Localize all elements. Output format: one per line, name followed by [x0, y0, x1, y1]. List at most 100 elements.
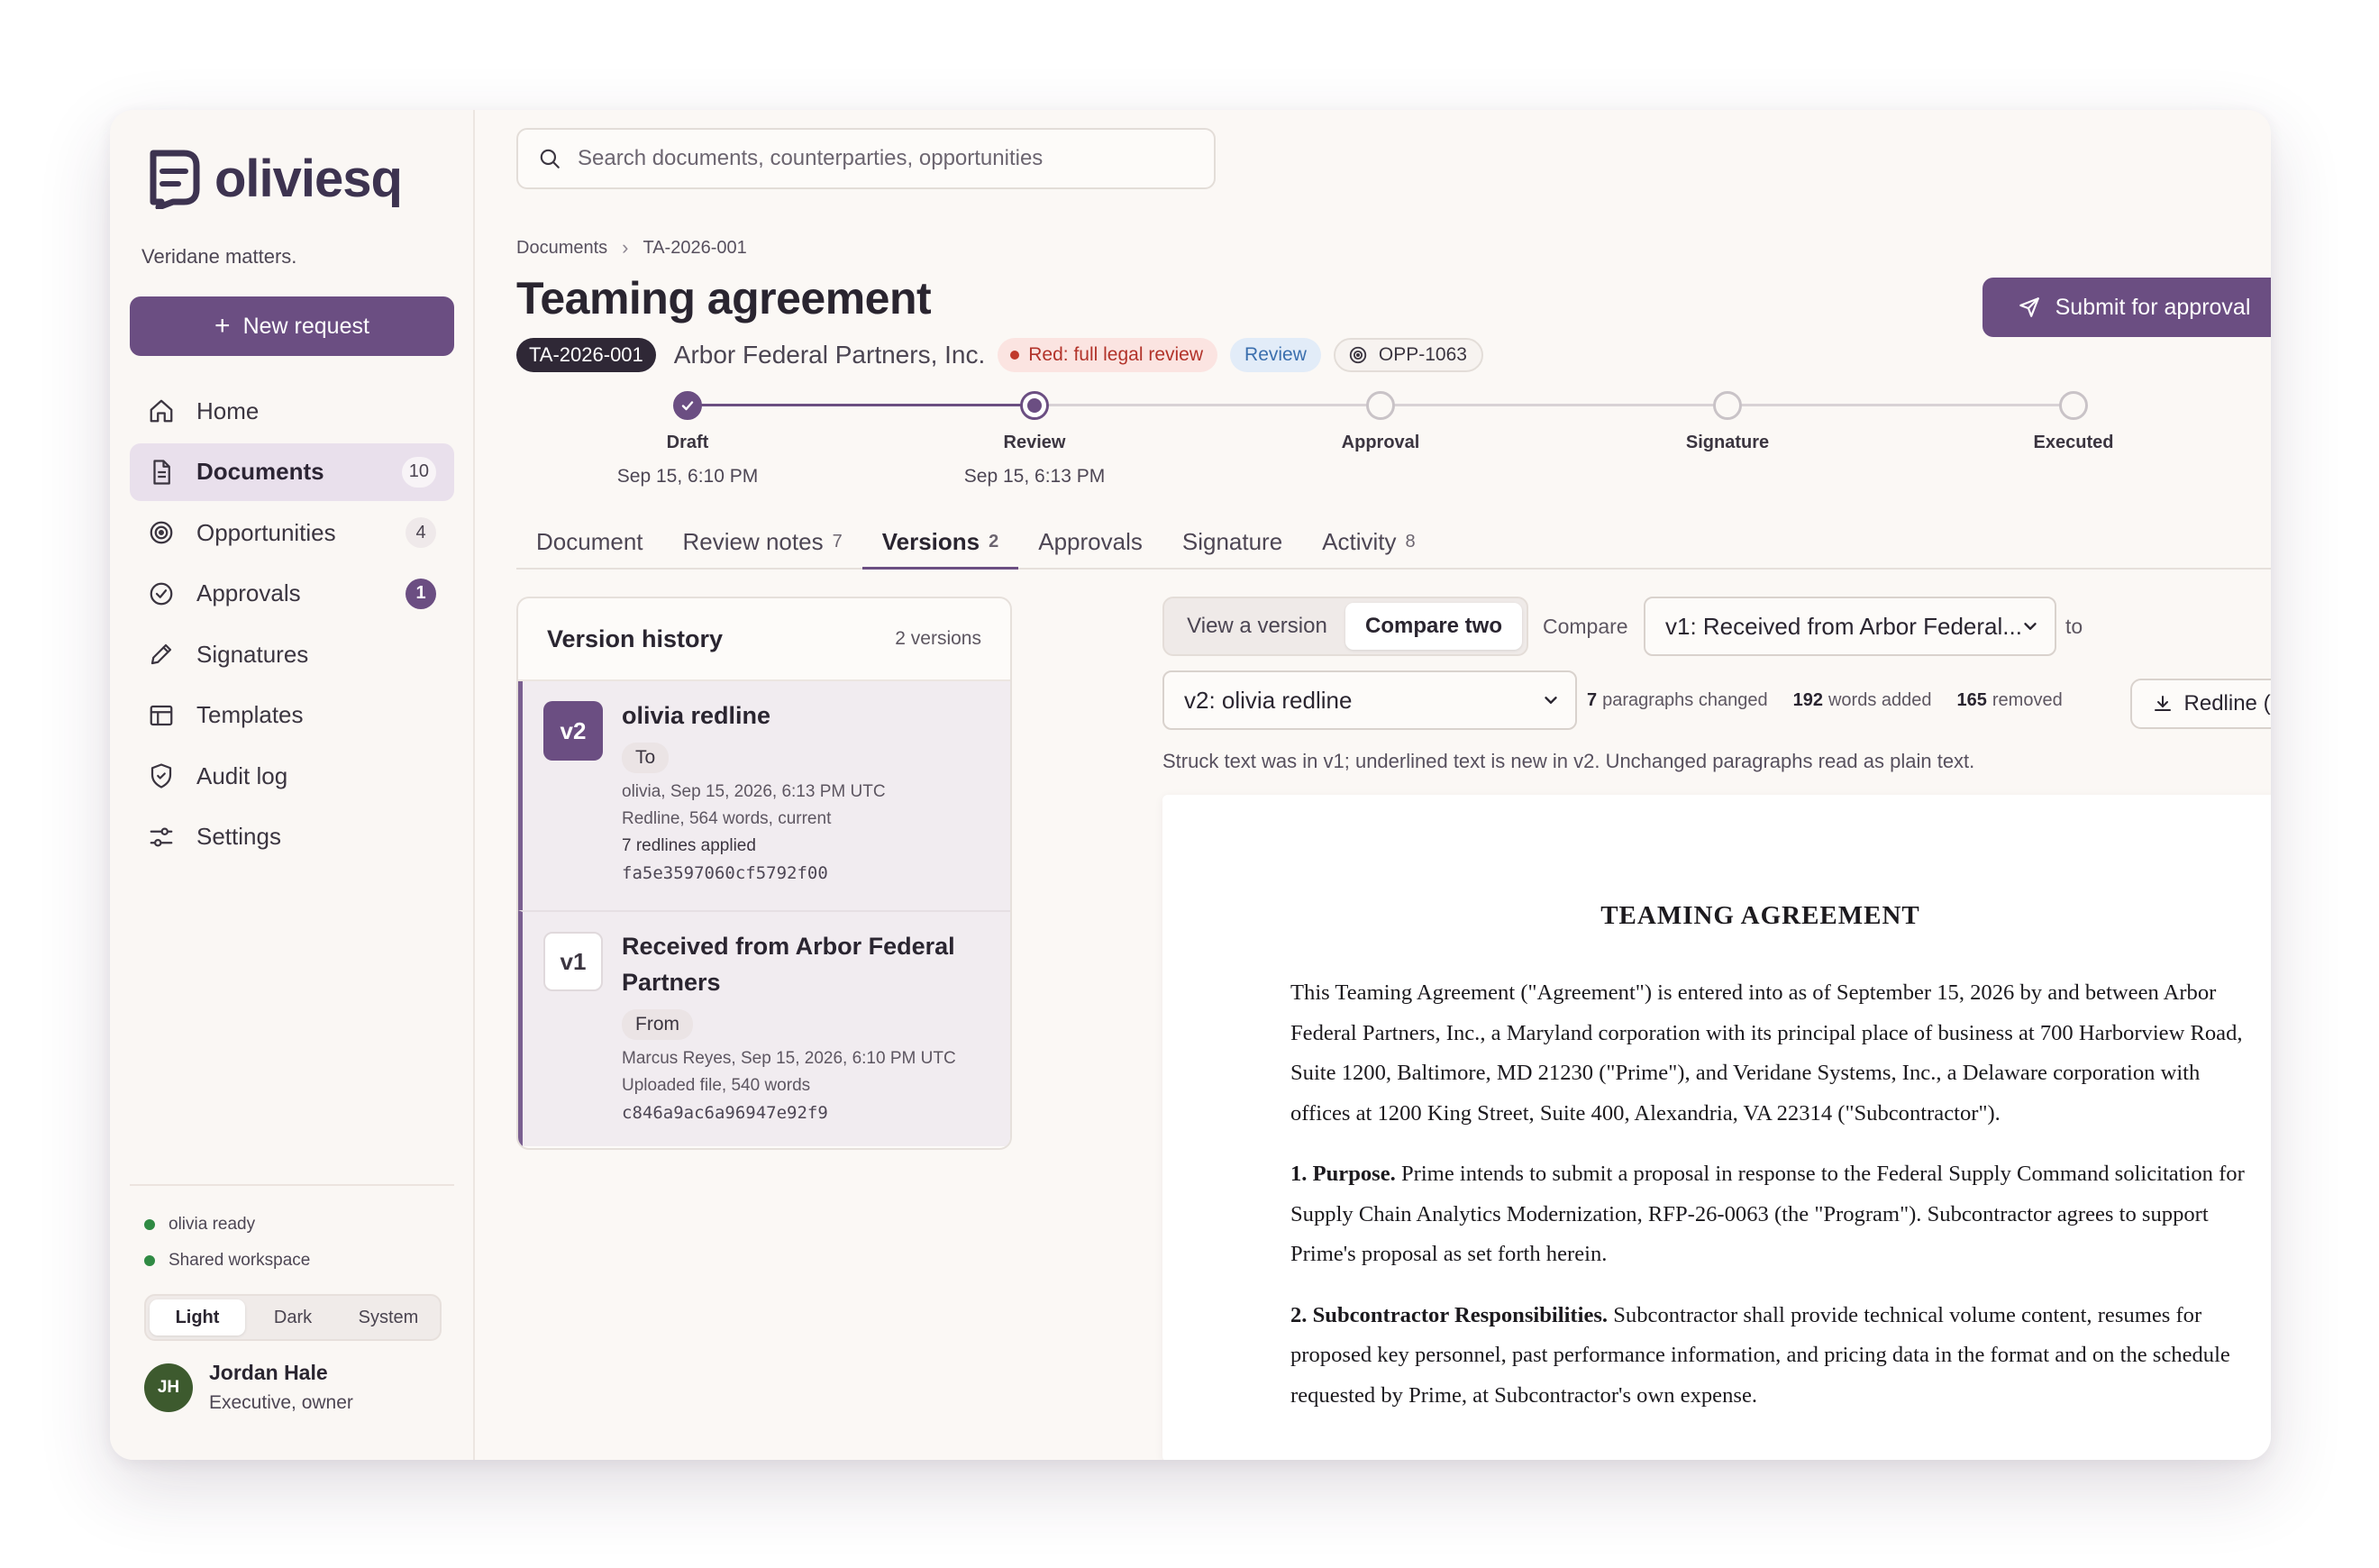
- version-item-v1[interactable]: v1 Received from Arbor Federal Partners …: [518, 910, 1010, 1146]
- sidebar-divider: [130, 1184, 454, 1186]
- pen-icon: [148, 641, 175, 668]
- search-input[interactable]: Search documents, counterparties, opport…: [516, 128, 1216, 189]
- submit-for-approval-button[interactable]: Submit for approval: [1982, 278, 2271, 337]
- sidebar-item-label: Templates: [196, 701, 304, 728]
- tab-label: Review notes: [682, 527, 824, 555]
- version-badge: v1: [543, 932, 603, 991]
- step-label: Signature: [1685, 433, 1770, 452]
- version-item-v2[interactable]: v2 olivia redline To olivia, Sep 15, 202…: [518, 681, 1010, 910]
- opportunity-link[interactable]: OPP-1063: [1333, 338, 1483, 372]
- tab-activity[interactable]: Activity 8: [1302, 515, 1435, 568]
- redline-word-label: Redline (Word): [2183, 691, 2271, 716]
- theme-system-option[interactable]: System: [341, 1299, 436, 1336]
- document-body: This Teaming Agreement ("Agreement") is …: [1290, 973, 2246, 1436]
- step-executed: Executed: [1938, 391, 2209, 453]
- send-icon: [2019, 297, 2039, 317]
- status-dot-icon: [144, 1219, 155, 1230]
- approvals-count-badge: 1: [406, 578, 436, 609]
- step-review: Review Sep 15, 6:13 PM: [899, 391, 1170, 488]
- version-name: olivia redline: [622, 702, 771, 729]
- sidebar-item-label: Opportunities: [196, 518, 336, 546]
- risk-badge: Red: full legal review: [998, 338, 1218, 372]
- sidebar-item-audit-log[interactable]: Audit log: [130, 747, 454, 805]
- words-removed-count: 165: [1956, 690, 1987, 710]
- breadcrumb-documents-link[interactable]: Documents: [516, 238, 607, 259]
- stage-badge: Review: [1230, 338, 1321, 372]
- compare-hint: Struck text was in v1; underlined text i…: [1162, 750, 1975, 772]
- document-preview: TEAMING AGREEMENT This Teaming Agreement…: [1162, 795, 2271, 1460]
- page-title: Teaming agreement: [516, 273, 932, 324]
- download-icon: [2154, 696, 2171, 711]
- chevron-down-icon: [1545, 697, 1557, 704]
- step-pending-dot: [2059, 391, 2088, 420]
- sidebar-item-approvals[interactable]: Approvals 1: [130, 565, 454, 623]
- step-current-dot: [1020, 391, 1049, 420]
- workspace-name: Veridane matters.: [141, 245, 297, 268]
- sidebar-item-label: Approvals: [196, 579, 301, 606]
- document-icon: [148, 459, 175, 486]
- sidebar-item-signatures[interactable]: Signatures: [130, 625, 454, 683]
- sidebar-item-label: Signatures: [196, 640, 309, 668]
- sidebar-item-label: Documents: [196, 458, 324, 485]
- compare-from-select[interactable]: v1: Received from Arbor Federal...: [1644, 597, 2056, 656]
- compare-two-option[interactable]: Compare two: [1345, 603, 1522, 650]
- section-heading: 1. Purpose.: [1290, 1162, 1396, 1186]
- paragraphs-changed-count: 7: [1587, 690, 1598, 710]
- tab-review-notes[interactable]: Review notes 7: [663, 515, 862, 568]
- theme-dark-option[interactable]: Dark: [245, 1299, 341, 1336]
- tab-signature[interactable]: Signature: [1162, 515, 1302, 568]
- tab-count: 8: [1405, 531, 1416, 552]
- step-label: Review: [1003, 433, 1066, 452]
- view-a-version-option[interactable]: View a version: [1169, 603, 1345, 650]
- step-label: Draft: [666, 433, 709, 452]
- sidebar-item-opportunities[interactable]: Opportunities 4: [130, 504, 454, 561]
- new-request-label: New request: [242, 313, 369, 339]
- step-pending-dot: [1713, 391, 1742, 420]
- tab-label: Document: [536, 527, 643, 555]
- shield-icon: [148, 762, 175, 789]
- app-logo[interactable]: oliviesq: [146, 148, 403, 209]
- status-olivia: olivia ready: [144, 1215, 255, 1235]
- risk-label: Red: full legal review: [1028, 344, 1204, 365]
- tab-count: 7: [832, 531, 843, 552]
- paragraphs-changed-label: paragraphs changed: [1602, 690, 1768, 710]
- document-id-badge: TA-2026-001: [516, 338, 656, 372]
- tab-document[interactable]: Document: [516, 515, 663, 568]
- version-direction-tag: To: [622, 743, 670, 773]
- new-request-button[interactable]: + New request: [130, 296, 454, 356]
- opportunities-count-badge: 4: [406, 517, 436, 548]
- sidebar-item-home[interactable]: Home: [130, 382, 454, 440]
- sidebar-item-settings[interactable]: Settings: [130, 808, 454, 866]
- sliders-icon: [148, 824, 175, 851]
- logo-icon: [150, 150, 200, 209]
- redline-word-button[interactable]: Redline (Word): [2130, 679, 2271, 729]
- document-paragraph: 2. Subcontractor Responsibilities. Subco…: [1290, 1296, 2246, 1417]
- risk-dot-icon: [1010, 351, 1020, 360]
- step-draft: Draft Sep 15, 6:10 PM: [552, 391, 823, 488]
- step-date: Sep 15, 6:13 PM: [963, 466, 1106, 487]
- status-workspace: Shared workspace: [144, 1251, 310, 1271]
- compare-to-select[interactable]: v2: olivia redline: [1162, 670, 1577, 730]
- user-profile[interactable]: JH Jordan Hale Executive, owner: [144, 1361, 353, 1414]
- version-history-panel: Version history 2 versions v2 olivia red…: [516, 597, 1012, 1150]
- user-name: Jordan Hale: [209, 1361, 328, 1384]
- theme-light-option[interactable]: Light: [150, 1299, 245, 1336]
- submit-label: Submit for approval: [2055, 294, 2251, 320]
- breadcrumb: Documents › TA-2026-001: [516, 236, 747, 260]
- step-pending-dot: [1366, 391, 1395, 420]
- version-author-date: olivia, Sep 15, 2026, 6:13 PM UTC: [622, 782, 886, 801]
- tab-label: Signature: [1181, 527, 1283, 555]
- app-window: oliviesq Veridane matters. + New request…: [110, 110, 2271, 1460]
- check-icon: [681, 401, 694, 411]
- sidebar-item-documents[interactable]: Documents 10: [130, 442, 454, 501]
- status-text: olivia ready: [169, 1215, 256, 1234]
- version-badge: v2: [543, 701, 603, 761]
- workflow-stepper: Draft Sep 15, 6:10 PM Review Sep 15, 6:1…: [516, 391, 2271, 499]
- tab-approvals[interactable]: Approvals: [1018, 515, 1162, 568]
- version-history-title: Version history: [547, 624, 724, 652]
- app-name: oliviesq: [214, 149, 403, 208]
- theme-switch: Light Dark System: [144, 1294, 442, 1341]
- tab-versions[interactable]: Versions 2: [861, 515, 1019, 570]
- step-done-dot: [673, 391, 702, 420]
- sidebar-item-templates[interactable]: Templates: [130, 687, 454, 744]
